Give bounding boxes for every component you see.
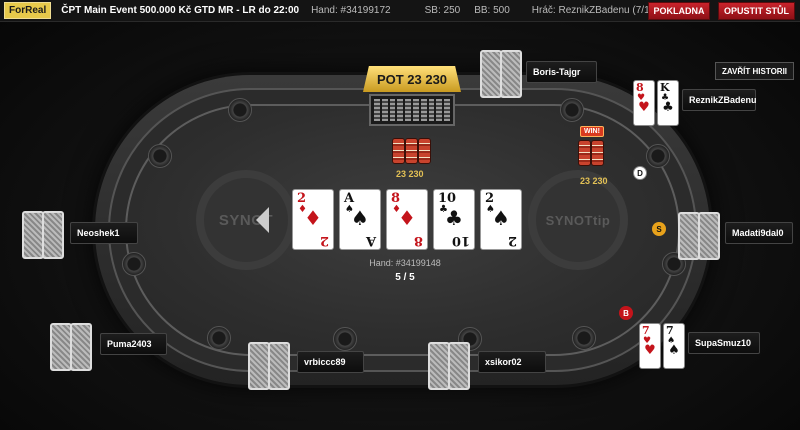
chip-stack (392, 138, 405, 164)
card-rank: 2 (319, 233, 329, 248)
player-name-neoshek[interactable]: Neoshek1 (70, 222, 138, 244)
hole-card: 7 ♥ ♥ (639, 323, 661, 369)
dealer-chip-tray (369, 94, 455, 126)
seat-ring (333, 327, 357, 351)
chip-stack (591, 140, 604, 166)
spade-icon: ♠ (492, 206, 510, 230)
history-back-arrow-icon[interactable] (256, 207, 269, 233)
card-back (678, 212, 700, 260)
synot-logo-left: SYNOT (196, 170, 296, 270)
diamond-icon: ♦ (304, 206, 322, 230)
seat-ring (122, 252, 146, 276)
board-card-3: 8 ♦ ♦ 8 (386, 189, 428, 250)
seat-ring (207, 326, 231, 350)
card-rank: 8 (636, 81, 644, 94)
player-name-vrbiccc[interactable]: vrbiccc89 (297, 351, 364, 373)
board-card-4: 10 ♣ ♣ 10 (433, 189, 475, 250)
dealer-button: D (633, 166, 647, 180)
card-back (268, 342, 290, 390)
player-name-supasmuz[interactable]: SupaSmuz10 (688, 332, 760, 354)
chip-stack (405, 138, 418, 164)
card-back (698, 212, 720, 260)
card-rank: 10 (451, 233, 470, 248)
big-blind-marker: B (619, 306, 633, 320)
synottip-logo-right: SYNOTtip (528, 170, 628, 270)
player-name-madati[interactable]: Madati9dal0 (725, 222, 793, 244)
seat-ring (228, 98, 252, 122)
card-back (42, 211, 64, 259)
history-hand-number: Hand: #34199148 (369, 258, 441, 268)
seat-ring (646, 144, 670, 168)
board-card-1: 2 ♦ ♦ 2 (292, 189, 334, 250)
card-rank: 8 (413, 233, 423, 248)
diamond-icon: ♦ (398, 206, 416, 230)
history-hand-counter: 5 / 5 (395, 272, 415, 283)
player-name-puma[interactable]: Puma2403 (100, 333, 167, 355)
chip-stack (418, 138, 431, 164)
player-name-xsikor[interactable]: xsikor02 (478, 351, 546, 373)
player-name-boris[interactable]: Boris-Tajgr (526, 61, 597, 83)
win-badge: WIN! (580, 126, 604, 137)
card-rank: K (660, 81, 670, 94)
card-rank: 7 (666, 324, 674, 337)
tournament-title: ČPT Main Event 500.000 Kč GTD MR - LR do… (61, 5, 300, 16)
card-back (248, 342, 270, 390)
club-icon: ♣ (445, 206, 463, 230)
spade-icon: ♠ (668, 343, 680, 358)
forreal-badge: ForReal (4, 2, 52, 19)
card-rank: A (365, 233, 376, 248)
seat-ring (572, 326, 596, 350)
card-back (448, 342, 470, 390)
card-back (428, 342, 450, 390)
hole-card: K ♣ ♣ (657, 80, 679, 126)
board-card-5: 2 ♠ ♠ 2 (480, 189, 522, 250)
club-icon: ♣ (662, 100, 674, 115)
card-back (500, 50, 522, 98)
player-name-reznik[interactable]: ReznikZBadenu (682, 89, 757, 111)
poker-table-window: ForReal ČPT Main Event 500.000 Kč GTD MR… (0, 0, 800, 430)
card-back (50, 323, 72, 371)
card-back (22, 211, 44, 259)
big-blind-info: BB: 500 (474, 5, 510, 16)
hole-card: 7 ♠ ♠ (663, 323, 685, 369)
leave-table-button[interactable]: OPUSTIT STŮL (718, 2, 795, 20)
small-blind-marker: S (652, 222, 666, 236)
close-history-button[interactable]: ZAVŘÍT HISTORII (715, 62, 794, 80)
card-rank: 2 (507, 233, 517, 248)
cashier-button[interactable]: POKLADNA (648, 2, 710, 20)
hole-card: 8 ♥ ♥ (633, 80, 655, 126)
heart-icon: ♥ (644, 343, 656, 358)
seat-ring (148, 144, 172, 168)
seat-ring (560, 98, 584, 122)
current-hand-number: Hand: #34199172 (311, 5, 391, 16)
small-blind-info: SB: 250 (424, 5, 461, 16)
win-chip-amount: 23 230 (580, 176, 608, 186)
pot-chip-amount: 23 230 (396, 169, 424, 179)
card-back (480, 50, 502, 98)
heart-icon: ♥ (638, 100, 650, 115)
player-info: Hráč: ReznikZBadenu (7/102) (531, 5, 665, 16)
spade-icon: ♠ (351, 206, 369, 230)
board-card-2: A ♠ ♠ A (339, 189, 381, 250)
pot-total: POT 23 230 (363, 66, 461, 92)
chip-stack (578, 140, 591, 166)
top-bar: ForReal ČPT Main Event 500.000 Kč GTD MR… (0, 0, 800, 22)
card-rank: 7 (642, 324, 650, 337)
card-back (70, 323, 92, 371)
